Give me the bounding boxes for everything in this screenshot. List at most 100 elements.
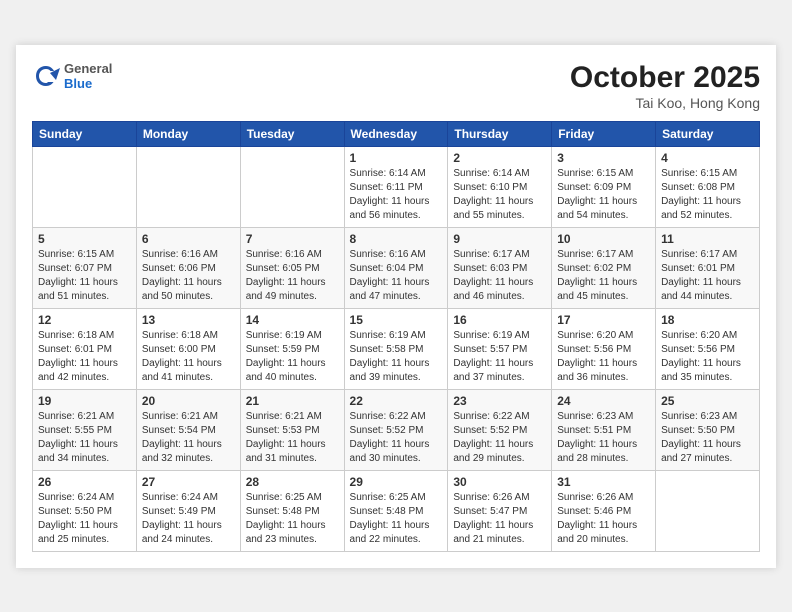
day-number: 22 — [350, 394, 443, 408]
table-row — [656, 470, 760, 551]
calendar-week-row: 19Sunrise: 6:21 AM Sunset: 5:55 PM Dayli… — [33, 389, 760, 470]
day-info: Sunrise: 6:21 AM Sunset: 5:55 PM Dayligh… — [38, 410, 131, 466]
table-row: 29 Sunrise: 6:25 AM Sunset: 5:48 PM Dayli… — [344, 470, 448, 551]
table-row: 6 Sunrise: 6:16 AM Sunset: 6:06 PM Daylig… — [136, 227, 240, 308]
table-row: 3 Sunrise: 6:15 AM Sunset: 6:09 PM Daylig… — [552, 146, 656, 227]
day-number: 28 — [246, 475, 339, 489]
day-info: Sunrise: 6:22 AM Sunset: 5:52 PM Dayligh… — [350, 410, 443, 466]
day-info: Sunrise: 6:15 AM Sunset: 6:08 PM Dayligh… — [661, 167, 754, 223]
day-number: 6 — [142, 232, 235, 246]
day-info: Sunrise: 6:17 AM Sunset: 6:03 PM Dayligh… — [453, 248, 546, 304]
day-info: Sunrise: 6:18 AM Sunset: 6:00 PM Dayligh… — [142, 329, 235, 385]
table-row: 24 Sunrise: 6:23 AM Sunset: 5:51 PM Dayli… — [552, 389, 656, 470]
day-info: Sunrise: 6:15 AM Sunset: 6:07 PM Dayligh… — [38, 248, 131, 304]
day-info: Sunrise: 6:25 AM Sunset: 5:48 PM Dayligh… — [246, 491, 339, 547]
table-row: 4Sunrise: 6:15 AM Sunset: 6:08 PM Daylig… — [656, 146, 760, 227]
day-info: Sunrise: 6:16 AM Sunset: 6:05 PM Dayligh… — [246, 248, 339, 304]
table-row: 18 Sunrise: 6:20 AM Sunset: 5:56 PM Dayli… — [656, 308, 760, 389]
calendar-table: Sunday Monday Tuesday Wednesday Thursday… — [32, 121, 760, 552]
day-info: Sunrise: 6:23 AM Sunset: 5:50 PM Dayligh… — [661, 410, 754, 466]
table-row — [136, 146, 240, 227]
day-info: Sunrise: 6:19 AM Sunset: 5:57 PM Dayligh… — [453, 329, 546, 385]
table-row: 25Sunrise: 6:23 AM Sunset: 5:50 PM Dayli… — [656, 389, 760, 470]
day-number: 1 — [350, 151, 443, 165]
day-info: Sunrise: 6:23 AM Sunset: 5:51 PM Dayligh… — [557, 410, 650, 466]
table-row: 14 Sunrise: 6:19 AM Sunset: 5:59 PM Dayli… — [240, 308, 344, 389]
table-row: 30Sunrise: 6:26 AM Sunset: 5:47 PM Dayli… — [448, 470, 552, 551]
table-row: 8 Sunrise: 6:16 AM Sunset: 6:04 PM Daylig… — [344, 227, 448, 308]
day-info: Sunrise: 6:21 AM Sunset: 5:54 PM Dayligh… — [142, 410, 235, 466]
table-row — [240, 146, 344, 227]
table-row: 17Sunrise: 6:20 AM Sunset: 5:56 PM Dayli… — [552, 308, 656, 389]
calendar-week-row: 1 Sunrise: 6:14 AM Sunset: 6:11 PM Daylig… — [33, 146, 760, 227]
day-number: 24 — [557, 394, 650, 408]
day-info: Sunrise: 6:15 AM Sunset: 6:09 PM Dayligh… — [557, 167, 650, 223]
day-info: Sunrise: 6:16 AM Sunset: 6:06 PM Dayligh… — [142, 248, 235, 304]
day-number: 16 — [453, 313, 546, 327]
day-info: Sunrise: 6:14 AM Sunset: 6:11 PM Dayligh… — [350, 167, 443, 223]
table-row: 16 Sunrise: 6:19 AM Sunset: 5:57 PM Dayli… — [448, 308, 552, 389]
table-row: 27Sunrise: 6:24 AM Sunset: 5:49 PM Dayli… — [136, 470, 240, 551]
day-number: 21 — [246, 394, 339, 408]
table-row: 20 Sunrise: 6:21 AM Sunset: 5:54 PM Dayli… — [136, 389, 240, 470]
table-row: 5 Sunrise: 6:15 AM Sunset: 6:07 PM Daylig… — [33, 227, 137, 308]
day-number: 26 — [38, 475, 131, 489]
table-row: 23 Sunrise: 6:22 AM Sunset: 5:52 PM Dayli… — [448, 389, 552, 470]
logo-icon — [32, 62, 60, 90]
day-info: Sunrise: 6:17 AM Sunset: 6:02 PM Dayligh… — [557, 248, 650, 304]
table-row: 2 Sunrise: 6:14 AM Sunset: 6:10 PM Daylig… — [448, 146, 552, 227]
day-number: 5 — [38, 232, 131, 246]
header-monday: Monday — [136, 121, 240, 146]
day-info: Sunrise: 6:26 AM Sunset: 5:46 PM Dayligh… — [557, 491, 650, 547]
table-row: 7Sunrise: 6:16 AM Sunset: 6:05 PM Daylig… — [240, 227, 344, 308]
day-info: Sunrise: 6:19 AM Sunset: 5:58 PM Dayligh… — [350, 329, 443, 385]
logo-blue: Blue — [64, 76, 112, 92]
day-info: Sunrise: 6:25 AM Sunset: 5:48 PM Dayligh… — [350, 491, 443, 547]
day-number: 20 — [142, 394, 235, 408]
day-number: 10 — [557, 232, 650, 246]
location-title: Tai Koo, Hong Kong — [570, 95, 760, 111]
day-number: 29 — [350, 475, 443, 489]
day-number: 12 — [38, 313, 131, 327]
header-tuesday: Tuesday — [240, 121, 344, 146]
day-number: 14 — [246, 313, 339, 327]
header-wednesday: Wednesday — [344, 121, 448, 146]
day-number: 31 — [557, 475, 650, 489]
day-number: 11 — [661, 232, 754, 246]
table-row: 22 Sunrise: 6:22 AM Sunset: 5:52 PM Dayli… — [344, 389, 448, 470]
table-row: 13Sunrise: 6:18 AM Sunset: 6:00 PM Dayli… — [136, 308, 240, 389]
title-block: October 2025 Tai Koo, Hong Kong — [570, 61, 760, 111]
header-thursday: Thursday — [448, 121, 552, 146]
day-number: 2 — [453, 151, 546, 165]
table-row — [33, 146, 137, 227]
day-number: 8 — [350, 232, 443, 246]
day-info: Sunrise: 6:22 AM Sunset: 5:52 PM Dayligh… — [453, 410, 546, 466]
logo: General Blue — [32, 61, 112, 92]
table-row: 21Sunrise: 6:21 AM Sunset: 5:53 PM Dayli… — [240, 389, 344, 470]
calendar-header: General Blue October 2025 Tai Koo, Hong … — [32, 61, 760, 111]
day-info: Sunrise: 6:24 AM Sunset: 5:50 PM Dayligh… — [38, 491, 131, 547]
day-info: Sunrise: 6:16 AM Sunset: 6:04 PM Dayligh… — [350, 248, 443, 304]
calendar-week-row: 12Sunrise: 6:18 AM Sunset: 6:01 PM Dayli… — [33, 308, 760, 389]
day-info: Sunrise: 6:17 AM Sunset: 6:01 PM Dayligh… — [661, 248, 754, 304]
weekday-header-row: Sunday Monday Tuesday Wednesday Thursday… — [33, 121, 760, 146]
day-number: 30 — [453, 475, 546, 489]
day-info: Sunrise: 6:14 AM Sunset: 6:10 PM Dayligh… — [453, 167, 546, 223]
logo-general: General — [64, 61, 112, 77]
table-row: 19Sunrise: 6:21 AM Sunset: 5:55 PM Dayli… — [33, 389, 137, 470]
month-title: October 2025 — [570, 61, 760, 95]
day-info: Sunrise: 6:24 AM Sunset: 5:49 PM Dayligh… — [142, 491, 235, 547]
day-number: 23 — [453, 394, 546, 408]
table-row: 12Sunrise: 6:18 AM Sunset: 6:01 PM Dayli… — [33, 308, 137, 389]
day-number: 9 — [453, 232, 546, 246]
table-row: 28 Sunrise: 6:25 AM Sunset: 5:48 PM Dayli… — [240, 470, 344, 551]
day-number: 18 — [661, 313, 754, 327]
table-row: 1 Sunrise: 6:14 AM Sunset: 6:11 PM Daylig… — [344, 146, 448, 227]
day-number: 3 — [557, 151, 650, 165]
day-number: 17 — [557, 313, 650, 327]
day-info: Sunrise: 6:20 AM Sunset: 5:56 PM Dayligh… — [661, 329, 754, 385]
table-row: 31 Sunrise: 6:26 AM Sunset: 5:46 PM Dayli… — [552, 470, 656, 551]
logo-text: General Blue — [64, 61, 112, 92]
table-row: 26 Sunrise: 6:24 AM Sunset: 5:50 PM Dayli… — [33, 470, 137, 551]
day-info: Sunrise: 6:19 AM Sunset: 5:59 PM Dayligh… — [246, 329, 339, 385]
